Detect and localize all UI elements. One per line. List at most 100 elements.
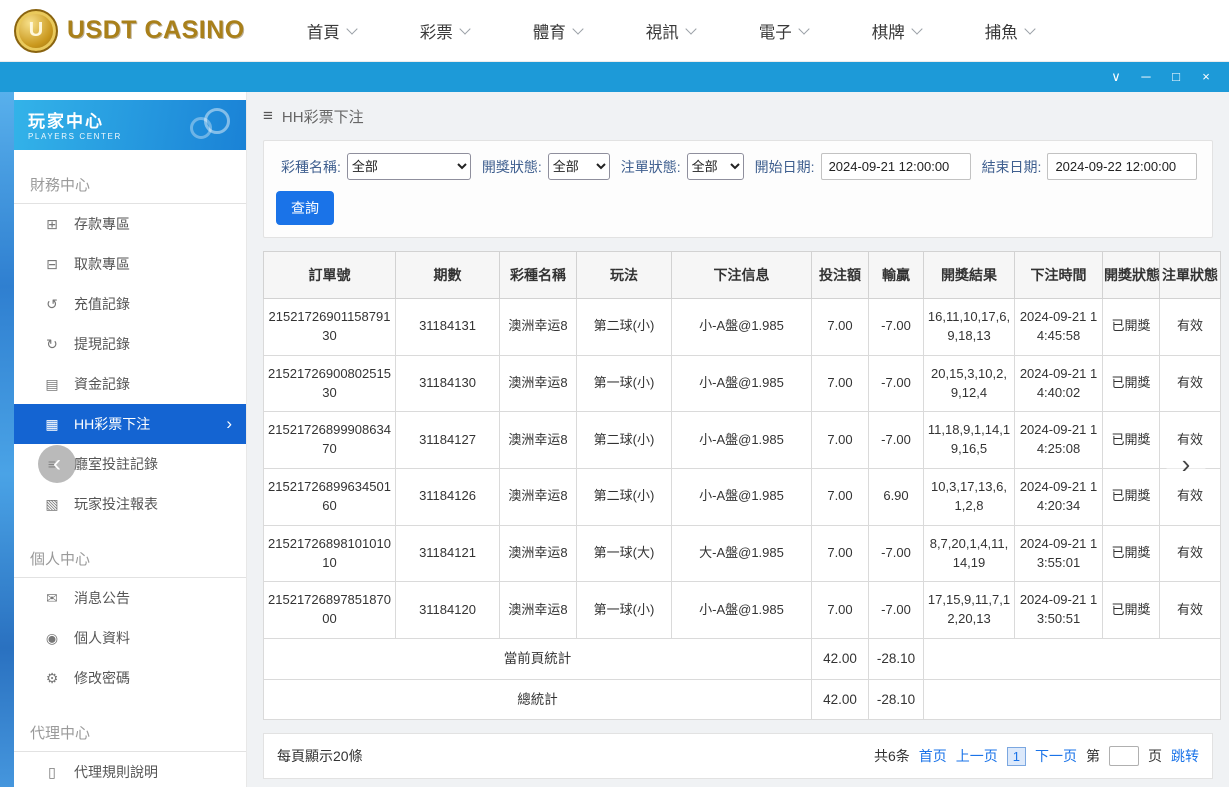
cell-time: 2024-09-21 13:55:01 <box>1014 524 1103 583</box>
password-gear-icon: ⚙ <box>45 669 59 686</box>
cell-bet: 7.00 <box>811 298 869 356</box>
brand-logo-text: USDT CASINO <box>67 16 245 44</box>
nav-item[interactable]: 棋牌 <box>872 19 923 43</box>
recharge-record-icon: ↺ <box>46 295 58 312</box>
cell-time: 2024-09-21 14:25:08 <box>1014 411 1103 470</box>
cell-winloss: -7.00 <box>868 354 924 413</box>
cell-period: 31184127 <box>395 411 500 470</box>
brand-logo-icon: U <box>14 8 58 53</box>
cell-time: 2024-09-21 14:45:58 <box>1014 298 1103 356</box>
funds-record-icon: ▤ <box>45 375 59 392</box>
table-row: 2152172690115879130 31184131 澳洲幸运8 第二球(小) 小-… <box>263 298 1221 356</box>
cell-info: 小-A盤@1.985 <box>671 411 812 470</box>
agent-rules-icon: ▯ <box>48 763 56 780</box>
cell-draw_status: 已開獎 <box>1102 524 1160 583</box>
window-minimize-icon[interactable]: ─ <box>1131 62 1161 92</box>
window-maximize-icon[interactable]: □ <box>1161 62 1191 92</box>
window-close-icon[interactable]: × <box>1191 62 1221 92</box>
hamburger-icon[interactable]: ≡ <box>263 106 273 126</box>
main-content: ≡ HH彩票下注 彩種名稱: 全部 開獎狀態: 全部 注單狀態: 全部 開始日期… <box>247 92 1229 787</box>
lottery-name-select[interactable]: 全部 <box>346 153 471 180</box>
order-status-select[interactable]: 全部 <box>686 153 744 180</box>
table-row: 2152172690080251530 31184130 澳洲幸运8 第一球(小) 小-… <box>263 354 1221 413</box>
cell-play: 第一球(小) <box>576 581 672 640</box>
cell-info: 小-A盤@1.985 <box>671 468 812 526</box>
sidebar-item-recharge-record[interactable]: ↺ 充值記錄 <box>14 284 246 324</box>
column-header: 注單狀態 <box>1159 251 1221 299</box>
sidebar-item-withdraw-record[interactable]: ↻ 提現記錄 <box>14 324 246 364</box>
sidebar-item-withdraw[interactable]: ⊟ 取款專區 <box>14 244 246 284</box>
start-date-label: 開始日期: <box>754 158 815 175</box>
cell-draw_status: 已開獎 <box>1102 298 1160 356</box>
message-icon: ✉ <box>46 589 58 606</box>
window-collapse-icon[interactable]: ∨ <box>1101 62 1131 92</box>
scroll-back-button[interactable]: ‹ <box>38 445 76 483</box>
search-button[interactable]: 查詢 <box>276 191 334 225</box>
bet-table-header-row: 訂單號 期數 彩種名稱 玩法 下注信息 投注額 輸贏 開獎結果 下注時間 開獎狀態 注單狀態 <box>263 251 1221 299</box>
cell-draw_status: 已開獎 <box>1102 581 1160 640</box>
chevron-right-icon: › <box>1181 448 1191 479</box>
cell-bet: 7.00 <box>811 524 869 583</box>
end-date-label: 結束日期: <box>981 158 1042 175</box>
nav-item[interactable]: 彩票 <box>420 19 471 43</box>
cell-result: 20,15,3,10,2,9,12,4 <box>923 354 1015 413</box>
end-date-input[interactable] <box>1047 153 1198 180</box>
nav-item[interactable]: 電子 <box>758 19 810 43</box>
summary-row: 當前頁統計 42.00 -28.10 <box>263 638 1221 680</box>
cell-order: 2152172690115879130 <box>263 298 396 356</box>
chevron-down-icon <box>572 22 584 35</box>
summary-winloss-total: -28.10 <box>868 678 924 721</box>
cell-lottery: 澳洲幸运8 <box>499 411 577 470</box>
sidebar-item-label: 代理規則說明 <box>74 764 158 780</box>
start-date-input[interactable] <box>820 153 971 180</box>
cell-order_status: 有效 <box>1159 298 1221 356</box>
sidebar-header: 玩家中心 PLAYERS CENTER <box>14 100 246 150</box>
cell-order_status: 有效 <box>1159 524 1221 583</box>
cell-draw_status: 已開獎 <box>1102 411 1160 470</box>
cell-result: 8,7,20,1,4,11,14,19 <box>923 524 1015 583</box>
cell-time: 2024-09-21 14:20:34 <box>1014 468 1103 526</box>
nav-item[interactable]: 捕魚 <box>984 19 1036 43</box>
table-row: 2152172689810101010 31184121 澳洲幸运8 第一球(大) 大-… <box>263 524 1221 583</box>
cell-draw_status: 已開獎 <box>1102 354 1160 413</box>
column-header: 彩種名稱 <box>499 251 577 299</box>
sidebar-item-label: 修改密碼 <box>74 670 130 686</box>
summary-row: 總統計 42.00 -28.10 <box>263 678 1221 721</box>
draw-status-select[interactable]: 全部 <box>547 153 610 180</box>
page-title: HH彩票下注 <box>281 108 364 126</box>
profile-icon: ◉ <box>45 629 59 646</box>
brand-logo[interactable]: U USDT CASINO <box>14 8 245 53</box>
chevron-right-icon: › <box>226 414 232 433</box>
scroll-next-button[interactable]: › <box>1166 444 1206 484</box>
cell-period: 31184126 <box>395 468 500 526</box>
prev-page-link[interactable]: 上一页 <box>956 746 998 766</box>
sidebar-item-funds-record[interactable]: ▤ 資金記錄 <box>14 364 246 404</box>
next-page-link[interactable]: 下一页 <box>1035 746 1077 766</box>
nav-item[interactable]: 視訊 <box>646 19 697 43</box>
cell-time: 2024-09-21 14:40:02 <box>1014 354 1103 413</box>
sidebar-item-deposit[interactable]: ⊞ 存款專區 <box>14 204 246 244</box>
page-jump-input[interactable] <box>1109 746 1139 767</box>
pagination-bar: 每頁顯示20條 共6条 首页 上一页 1 下一页 第 页 跳转 <box>263 733 1213 780</box>
nav-item-label: 電子 <box>758 23 792 42</box>
table-row: 2152172689963450160 31184126 澳洲幸运8 第二球(小) 小-… <box>263 468 1221 526</box>
sidebar-item-player-bet-report[interactable]: ▧ 玩家投注報表 <box>14 484 246 524</box>
cell-info: 小-A盤@1.985 <box>671 354 812 413</box>
first-page-link[interactable]: 首页 <box>919 746 947 766</box>
sidebar-item-label: 充值記錄 <box>74 296 130 312</box>
cell-order_status: 有效 <box>1159 581 1221 640</box>
sidebar-item-messages[interactable]: ✉ 消息公告 <box>14 578 246 618</box>
column-header: 開獎狀態 <box>1102 251 1160 299</box>
jump-button[interactable]: 跳转 <box>1171 746 1199 766</box>
nav-item-label: 捕魚 <box>984 23 1018 42</box>
sidebar-item-profile[interactable]: ◉ 個人資料 <box>14 618 246 658</box>
sidebar-item-hh-lottery-bet[interactable]: ▦ HH彩票下注 › <box>14 404 246 444</box>
current-page-indicator[interactable]: 1 <box>1006 746 1026 766</box>
sidebar-item-agent-rules[interactable]: ▯ 代理規則說明 <box>14 752 246 787</box>
nav-item[interactable]: 體育 <box>533 19 584 43</box>
cell-play: 第二球(小) <box>576 298 672 356</box>
pagination-controls: 共6条 首页 上一页 1 下一页 第 页 跳转 <box>874 746 1199 767</box>
filter-row: 彩種名稱: 全部 開獎狀態: 全部 注單狀態: 全部 開始日期: 結束日期: <box>276 153 1200 180</box>
sidebar-item-change-password[interactable]: ⚙ 修改密碼 <box>14 658 246 698</box>
nav-item[interactable]: 首頁 <box>307 19 358 43</box>
